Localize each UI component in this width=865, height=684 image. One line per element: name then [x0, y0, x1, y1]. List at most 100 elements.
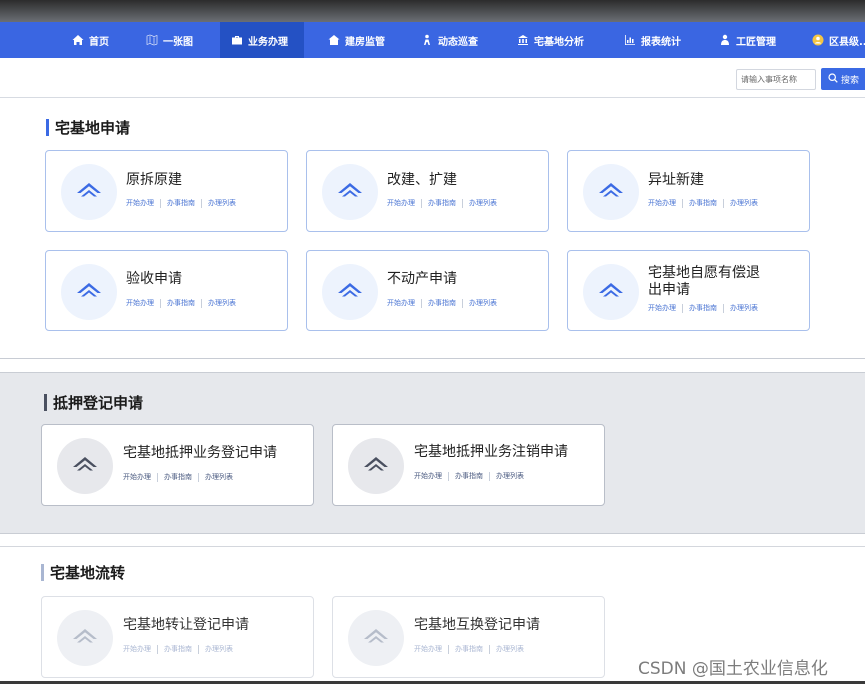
guide-link[interactable]: 办事指南	[428, 198, 456, 208]
building-icon	[328, 34, 340, 46]
search-button[interactable]: 搜索	[821, 68, 865, 90]
service-card[interactable]: 原拆原建 开始办理 办事指南 办理列表	[45, 150, 288, 232]
search-input[interactable]	[736, 69, 816, 90]
list-link[interactable]: 办理列表	[496, 471, 524, 481]
card-links: 开始办理 办事指南 办理列表	[414, 471, 524, 481]
start-link[interactable]: 开始办理	[414, 644, 442, 654]
guide-link[interactable]: 办事指南	[164, 472, 192, 482]
card-title: 宅基地转让登记申请	[123, 617, 249, 633]
link-separator	[682, 198, 683, 208]
link-separator	[157, 644, 158, 654]
link-separator	[682, 303, 683, 313]
list-link[interactable]: 办理列表	[208, 298, 236, 308]
service-card[interactable]: 宅基地转让登记申请 开始办理 办事指南 办理列表	[41, 596, 314, 678]
list-link[interactable]: 办理列表	[730, 303, 758, 313]
start-link[interactable]: 开始办理	[126, 198, 154, 208]
browser-top-strip	[0, 0, 865, 22]
service-card[interactable]: 宅基地自愿有偿退出申请 开始办理 办事指南 办理列表	[567, 250, 810, 331]
service-card[interactable]: 不动产申请 开始办理 办事指南 办理列表	[306, 250, 549, 331]
title-accent-bar	[41, 564, 44, 581]
guide-link[interactable]: 办事指南	[164, 644, 192, 654]
guide-link[interactable]: 办事指南	[167, 298, 195, 308]
service-card[interactable]: 宅基地抵押业务登记申请 开始办理 办事指南 办理列表	[41, 424, 314, 506]
guide-link[interactable]: 办事指南	[689, 303, 717, 313]
link-separator	[421, 298, 422, 308]
start-link[interactable]: 开始办理	[387, 298, 415, 308]
nav-homestead-analysis[interactable]: 宅基地分析	[517, 22, 584, 58]
home-icon	[72, 34, 84, 46]
service-card[interactable]: 改建、扩建 开始办理 办事指南 办理列表	[306, 150, 549, 232]
nav-label: 动态巡查	[438, 36, 478, 48]
nav-label: 宅基地分析	[534, 36, 584, 48]
nav-label: 建房监管	[345, 36, 385, 48]
nav-user-district[interactable]: 区县级...	[812, 22, 865, 58]
card-title: 宅基地自愿有偿退出申请	[648, 265, 760, 298]
service-card[interactable]: 宅基地互换登记申请 开始办理 办事指南 办理列表	[332, 596, 605, 678]
title-accent-bar	[44, 394, 47, 411]
card-title: 宅基地抵押业务注销申请	[414, 444, 568, 460]
guide-link[interactable]: 办事指南	[455, 644, 483, 654]
start-link[interactable]: 开始办理	[648, 303, 676, 313]
link-separator	[198, 472, 199, 482]
link-separator	[201, 298, 202, 308]
nav-craftsman-management[interactable]: 工匠管理	[719, 22, 776, 58]
link-separator	[489, 644, 490, 654]
list-link[interactable]: 办理列表	[496, 644, 524, 654]
service-card[interactable]: 验收申请 开始办理 办事指南 办理列表	[45, 250, 288, 331]
search-icon	[828, 72, 838, 86]
start-link[interactable]: 开始办理	[123, 644, 151, 654]
list-link[interactable]: 办理列表	[469, 198, 497, 208]
list-link[interactable]: 办理列表	[205, 472, 233, 482]
nav-dynamic-patrol[interactable]: 动态巡查	[421, 22, 478, 58]
start-link[interactable]: 开始办理	[387, 198, 415, 208]
user-circle-icon	[812, 34, 824, 46]
house-icon	[61, 164, 117, 220]
guide-link[interactable]: 办事指南	[455, 471, 483, 481]
nav-label: 业务办理	[248, 36, 288, 48]
section-title: 宅基地流转	[41, 562, 125, 583]
service-card[interactable]: 宅基地抵押业务注销申请 开始办理 办事指南 办理列表	[332, 424, 605, 506]
list-link[interactable]: 办理列表	[205, 644, 233, 654]
card-links: 开始办理 办事指南 办理列表	[126, 198, 236, 208]
nav-home[interactable]: 首页	[72, 22, 109, 58]
house-icon	[322, 164, 378, 220]
nav-label: 首页	[89, 36, 109, 48]
link-separator	[198, 644, 199, 654]
guide-link[interactable]: 办事指南	[167, 198, 195, 208]
start-link[interactable]: 开始办理	[414, 471, 442, 481]
chart-icon	[624, 34, 636, 46]
link-separator	[723, 303, 724, 313]
search-button-label: 搜索	[841, 75, 860, 86]
nav-map[interactable]: 一张图	[146, 22, 193, 58]
start-link[interactable]: 开始办理	[123, 472, 151, 482]
start-link[interactable]: 开始办理	[648, 198, 676, 208]
section-title: 抵押登记申请	[44, 392, 143, 413]
list-link[interactable]: 办理列表	[208, 198, 236, 208]
nav-building-supervision[interactable]: 建房监管	[328, 22, 385, 58]
house-icon	[57, 438, 113, 494]
card-title: 宅基地互换登记申请	[414, 617, 540, 633]
guide-link[interactable]: 办事指南	[428, 298, 456, 308]
guide-link[interactable]: 办事指南	[689, 198, 717, 208]
service-card[interactable]: 异址新建 开始办理 办事指南 办理列表	[567, 150, 810, 232]
nav-business[interactable]: 业务办理	[220, 22, 304, 58]
house-icon	[348, 610, 404, 666]
link-separator	[448, 644, 449, 654]
link-separator	[160, 298, 161, 308]
link-separator	[421, 198, 422, 208]
list-link[interactable]: 办理列表	[730, 198, 758, 208]
section-title-text: 宅基地申请	[55, 119, 131, 137]
list-link[interactable]: 办理列表	[469, 298, 497, 308]
link-separator	[462, 198, 463, 208]
card-title: 原拆原建	[126, 172, 182, 188]
card-links: 开始办理 办事指南 办理列表	[648, 198, 758, 208]
nav-report-stats[interactable]: 报表统计	[624, 22, 681, 58]
section-title-text: 抵押登记申请	[53, 394, 144, 412]
nav-label: 工匠管理	[736, 36, 776, 48]
section-homestead-application: 宅基地申请 原拆原建 开始办理 办事指南 办理列表 改建、扩建 开始办理 办事指…	[0, 99, 865, 359]
card-title: 宅基地抵押业务登记申请	[123, 445, 277, 461]
start-link[interactable]: 开始办理	[126, 298, 154, 308]
section-title: 宅基地申请	[46, 117, 130, 138]
title-accent-bar	[46, 119, 49, 136]
house-icon	[583, 264, 639, 320]
